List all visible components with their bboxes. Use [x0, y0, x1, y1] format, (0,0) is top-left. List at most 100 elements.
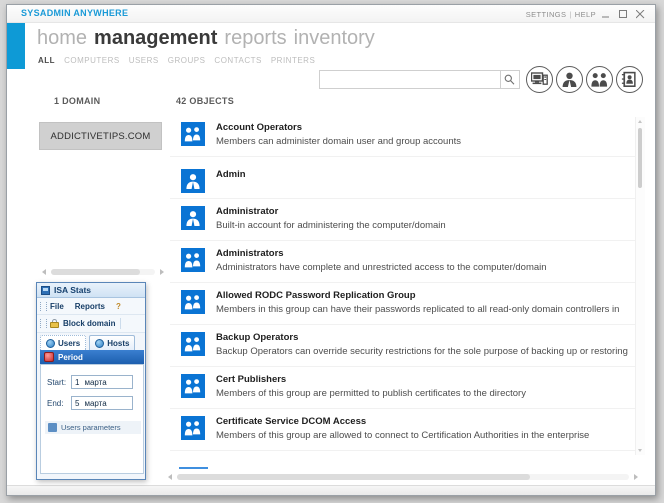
search-button[interactable]: [501, 70, 520, 89]
users-parameters-section[interactable]: Users parameters: [45, 421, 141, 434]
selection-indicator: [179, 467, 208, 469]
tab-users-label: Users: [58, 338, 81, 348]
title-bar: SYSADMIN ANYWHERE SETTINGS | HELP: [7, 5, 655, 23]
table-row[interactable]: Allowed RODC Password Replication Group …: [170, 283, 638, 325]
isa-menu-help[interactable]: ?: [116, 302, 121, 311]
isa-window-title: ISA Stats: [54, 285, 92, 295]
group-icon: [181, 290, 205, 314]
title-bar-actions: SETTINGS | HELP: [526, 8, 647, 20]
vertical-scroll-thumb[interactable]: [638, 128, 642, 188]
search-box: [319, 70, 501, 89]
domain-list-item[interactable]: ADDICTIVETIPS.COM: [39, 122, 162, 150]
table-row[interactable]: Certificate Service DCOM Access Members …: [170, 409, 638, 451]
settings-link[interactable]: SETTINGS: [526, 10, 567, 19]
isa-menu-bar: File Reports ?: [37, 298, 145, 315]
title-separator: |: [569, 9, 572, 19]
nav-item-management[interactable]: management: [94, 27, 217, 49]
domain-scroll-track[interactable]: [51, 269, 155, 275]
scroll-down-arrow-icon[interactable]: [638, 449, 642, 452]
end-date-field-row: End: 5 марта: [47, 396, 133, 410]
end-month-value: марта: [84, 398, 107, 408]
menu-grip-handle[interactable]: [40, 301, 47, 311]
close-icon[interactable]: [634, 8, 647, 20]
nav-item-reports[interactable]: reports: [224, 27, 286, 49]
object-description: Members of this group are permitted to p…: [216, 388, 526, 399]
start-date-label: Start:: [47, 377, 67, 387]
domain-horizontal-scrollbar[interactable]: [41, 267, 165, 277]
list-scroll-track[interactable]: [177, 474, 629, 480]
object-description: Members in this group can have their pas…: [216, 304, 620, 315]
subnav-item-groups[interactable]: GROUPS: [168, 56, 206, 65]
period-header-label: Period: [58, 352, 83, 362]
users-tab-icon: [46, 338, 55, 348]
subnav-item-computers[interactable]: COMPUTERS: [64, 56, 120, 65]
domain-panel: ADDICTIVETIPS.COM: [35, 117, 165, 272]
user-icon: [181, 169, 205, 193]
object-list[interactable]: Account Operators Members can administer…: [170, 115, 638, 455]
nav-item-inventory[interactable]: inventory: [294, 27, 375, 49]
isa-menu-reports[interactable]: Reports: [75, 302, 105, 311]
end-date-input[interactable]: 5 марта: [71, 396, 133, 410]
list-scroll-thumb[interactable]: [177, 474, 530, 480]
brand-accent-bar: [7, 23, 25, 69]
object-title: Account Operators: [216, 122, 303, 133]
scroll-up-arrow-icon[interactable]: [638, 120, 642, 123]
subnav-item-contacts[interactable]: CONTACTS: [214, 56, 261, 65]
tab-users[interactable]: Users: [40, 335, 87, 350]
table-row[interactable]: Backup Operators Backup Operators can ov…: [170, 325, 638, 367]
filter-users-button[interactable]: [556, 66, 583, 93]
application-window: SYSADMIN ANYWHERE SETTINGS | HELP home ma…: [6, 4, 656, 496]
table-row[interactable]: Cert Publishers Members of this group ar…: [170, 367, 638, 409]
object-title: Admin: [216, 169, 246, 180]
isa-tab-strip: Users Hosts: [37, 333, 145, 350]
maximize-icon[interactable]: [617, 8, 630, 20]
scroll-right-arrow-icon[interactable]: [634, 474, 638, 480]
scroll-right-arrow-icon[interactable]: [160, 269, 164, 275]
object-title: Backup Operators: [216, 332, 299, 343]
filter-groups-button[interactable]: [586, 66, 613, 93]
table-row[interactable]: Account Operators Members can administer…: [170, 115, 638, 157]
table-row[interactable]: Administrators Administrators have compl…: [170, 241, 638, 283]
nav-item-home[interactable]: home: [37, 27, 87, 49]
list-vertical-scrollbar[interactable]: [635, 117, 645, 455]
user-icon: [181, 206, 205, 230]
search-input[interactable]: [323, 72, 482, 89]
object-description: Built-in account for administering the c…: [216, 220, 446, 231]
tab-hosts[interactable]: Hosts: [89, 335, 136, 350]
subnav-item-printers[interactable]: PRINTERS: [271, 56, 315, 65]
table-row[interactable]: Administrator Built-in account for admin…: [170, 199, 638, 241]
block-domain-button[interactable]: Block domain: [63, 319, 115, 328]
minimize-icon[interactable]: [600, 8, 613, 20]
isa-stats-window[interactable]: ISA Stats File Reports ? Block domain Us…: [36, 282, 146, 480]
isa-menu-file[interactable]: File: [50, 302, 64, 311]
filter-computers-button[interactable]: [526, 66, 553, 93]
subnav-item-all[interactable]: ALL: [38, 56, 55, 65]
object-description: Backup Operators can override security r…: [216, 346, 628, 357]
isa-form-body: Start: 1 марта End: 5 марта Users parame…: [40, 364, 144, 474]
toolbar-divider: [120, 318, 122, 329]
isa-title-bar: ISA Stats: [37, 283, 145, 298]
group-icon: [181, 122, 205, 146]
isa-toolbar: Block domain: [37, 315, 145, 333]
period-section-header: Period: [40, 350, 144, 364]
main-navigation: home management reports inventory: [37, 25, 382, 51]
object-description: Members of this group are allowed to con…: [216, 430, 590, 441]
start-date-field-row: Start: 1 марта: [47, 375, 133, 389]
window-icon: [41, 285, 50, 295]
scroll-left-arrow-icon[interactable]: [168, 474, 172, 480]
start-month-value: марта: [84, 377, 107, 387]
status-bar: [7, 485, 655, 495]
scroll-left-arrow-icon[interactable]: [42, 269, 46, 275]
user-icon: [48, 423, 57, 432]
tab-hosts-label: Hosts: [107, 338, 130, 348]
filter-contacts-button[interactable]: [616, 66, 643, 93]
table-row[interactable]: Admin: [170, 157, 638, 199]
list-horizontal-scrollbar[interactable]: [167, 472, 639, 482]
help-link[interactable]: HELP: [575, 10, 596, 19]
start-day-value: 1: [75, 377, 80, 387]
sub-navigation: ALL COMPUTERS USERS GROUPS CONTACTS PRINTERS: [38, 56, 324, 65]
start-date-input[interactable]: 1 марта: [71, 375, 133, 389]
domain-scroll-thumb[interactable]: [51, 269, 141, 275]
toolbar-grip-handle[interactable]: [40, 319, 47, 328]
subnav-item-users[interactable]: USERS: [129, 56, 159, 65]
